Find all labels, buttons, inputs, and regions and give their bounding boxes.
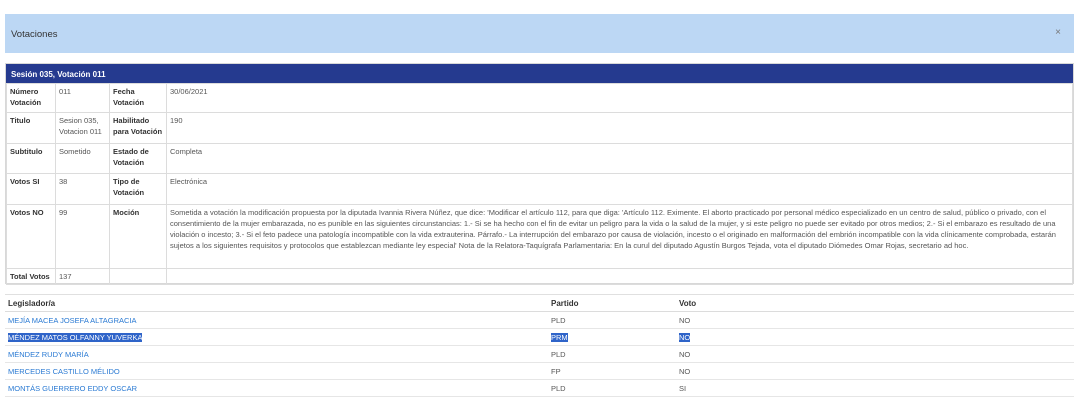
close-icon[interactable]: ×	[1055, 28, 1061, 38]
value-titulo: Sesion 035, Votacion 011	[55, 112, 110, 144]
column-header-voto: Voto	[676, 295, 1074, 312]
value-fecha: 30/06/2021	[166, 83, 1073, 113]
value-votos-no: 99	[55, 204, 110, 269]
label-fecha: Fecha Votación	[109, 83, 167, 113]
label-votos-si: Votos SI	[6, 173, 56, 205]
label-habilitado: Habilitado para Votación	[109, 112, 167, 144]
legislator-link[interactable]: MEJÍA MACEA JOSEFA ALTAGRACIA	[8, 316, 137, 325]
session-header: Sesión 035, Votación 011	[6, 64, 1073, 83]
value-mocion: Sometida a votación la modificación prop…	[166, 204, 1073, 269]
label-subtitulo: Subtitulo	[6, 143, 56, 174]
table-row: MERCEDES CASTILLO MÉLIDO FP NO	[5, 362, 1074, 380]
vote-cell: SI	[676, 379, 1074, 397]
vote-cell: NO	[679, 332, 691, 342]
modal-header: Votaciones ×	[5, 14, 1074, 53]
vote-cell: NO	[676, 311, 1074, 329]
session-info-table: Número Votación 011 Fecha Votación 30/06…	[6, 83, 1073, 285]
column-header-partido: Partido	[548, 295, 676, 312]
value-subtitulo: Sometido	[55, 143, 110, 174]
table-row: MEJÍA MACEA JOSEFA ALTAGRACIA PLD NO	[5, 311, 1074, 329]
votes-table: Legislador/a Partido Voto MEJÍA MACEA JO…	[5, 295, 1074, 397]
vote-cell: NO	[676, 362, 1074, 380]
party-cell: PLD	[548, 345, 676, 363]
vote-cell: NO	[676, 345, 1074, 363]
label-mocion: Moción	[109, 204, 167, 269]
label-total: Total Votos	[6, 268, 56, 285]
legislator-link[interactable]: MERCEDES CASTILLO MÉLIDO	[8, 367, 120, 376]
empty-cell	[166, 268, 1073, 285]
votes-panel: Legislador/a Partido Voto MEJÍA MACEA JO…	[5, 294, 1074, 401]
legislator-link[interactable]: MONTÁS GUERRERO EDDY OSCAR	[8, 384, 137, 393]
legislator-link[interactable]: MÉNDEZ MATOS OLFANNY YUVERKA	[8, 332, 143, 342]
table-row: MONTÁS GUERRERO EDDY OSCAR PLD SI	[5, 379, 1074, 397]
label-estado: Estado de Votación	[109, 143, 167, 174]
label-tipo: Tipo de Votación	[109, 173, 167, 205]
value-votos-si: 38	[55, 173, 110, 205]
value-tipo: Electrónica	[166, 173, 1073, 205]
value-total: 137	[55, 268, 110, 285]
label-numero: Número Votación	[6, 83, 56, 113]
party-cell: PLD	[548, 311, 676, 329]
value-numero: 011	[55, 83, 110, 113]
table-row: MÉNDEZ MATOS OLFANNY YUVERKA PRM NO	[5, 328, 1074, 346]
column-header-legislador: Legislador/a	[5, 295, 548, 312]
party-cell: PLD	[548, 379, 676, 397]
label-titulo: Titulo	[6, 112, 56, 144]
value-estado: Completa	[166, 143, 1073, 174]
party-cell: FP	[548, 362, 676, 380]
session-info-panel: Sesión 035, Votación 011 Número Votación…	[5, 63, 1074, 285]
empty-cell	[109, 268, 167, 285]
label-votos-no: Votos NO	[6, 204, 56, 269]
legislator-link[interactable]: MÉNDEZ RUDY MARÍA	[8, 350, 89, 359]
modal-title: Votaciones	[11, 29, 58, 40]
value-habilitado: 190	[166, 112, 1073, 144]
table-row: MÉNDEZ RUDY MARÍA PLD NO	[5, 345, 1074, 363]
party-cell: PRM	[551, 332, 568, 342]
